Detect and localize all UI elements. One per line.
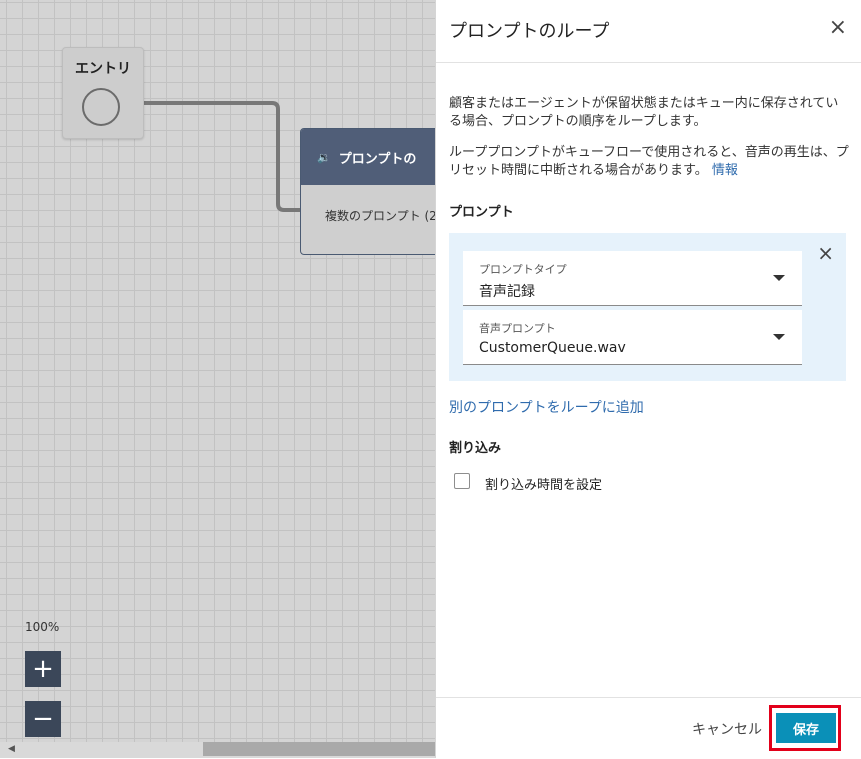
barge-in-heading: 割り込み (449, 441, 502, 456)
remove-prompt-icon[interactable]: × (817, 243, 834, 263)
entry-output-handle[interactable] (82, 88, 120, 126)
prompt-item: × プロンプトタイプ 音声記録 音声プロンプト CustomerQueue.wa… (449, 233, 846, 381)
panel-description-note-text: ループプロンプトがキューフローで使用されると、音声の再生は、プリセット時間に中断… (449, 145, 849, 178)
cancel-button[interactable]: キャンセル (692, 719, 762, 739)
barge-in-checkbox[interactable] (454, 473, 470, 489)
prompts-heading: プロンプト (449, 205, 514, 220)
audio-prompt-select[interactable]: 音声プロンプト CustomerQueue.wav (463, 310, 802, 365)
prompt-type-value: 音声記録 (479, 284, 535, 300)
prompt-type-select[interactable]: プロンプトタイプ 音声記録 (463, 251, 802, 306)
entry-node[interactable]: エントリ (62, 47, 144, 139)
panel-title: プロンプトのループ (449, 21, 610, 42)
barge-in-checkbox-label[interactable]: 割り込み時間を設定 (485, 474, 602, 493)
zoom-level: 100% (25, 620, 60, 634)
panel-footer: キャンセル 保存 (436, 697, 861, 759)
panel-description: 顧客またはエージェントが保留状態またはキュー内に保存されている場合、プロンプトの… (449, 96, 839, 129)
audio-prompt-label: 音声プロンプト (479, 322, 556, 335)
zoom-in-button[interactable]: + (25, 651, 61, 687)
scrollbar-thumb[interactable] (203, 742, 435, 756)
zoom-out-button[interactable]: − (25, 701, 61, 737)
audio-prompt-value: CustomerQueue.wav (479, 340, 626, 356)
caret-down-icon (773, 275, 785, 281)
info-link[interactable]: 情報 (712, 163, 738, 178)
add-prompt-link[interactable]: 別のプロンプトをループに追加 (449, 397, 644, 417)
panel-header: プロンプトのループ × (436, 0, 861, 63)
properties-panel: プロンプトのループ × 顧客またはエージェントが保留状態またはキュー内に保存され… (435, 0, 861, 758)
horizontal-scrollbar[interactable]: ◀ (0, 742, 435, 758)
save-button[interactable]: 保存 (776, 713, 836, 743)
speaker-icon: 🔉 (317, 150, 331, 164)
loop-prompts-node-title: プロンプトの (338, 151, 417, 167)
flow-canvas[interactable]: エントリ 🔉 プロンプトの 複数のプロンプト (2 100% + − ◀ (0, 0, 435, 758)
panel-description-note: ループプロンプトがキューフローで使用されると、音声の再生は、プリセット時間に中断… (449, 144, 849, 180)
loop-prompts-node[interactable]: 🔉 プロンプトの 複数のプロンプト (2 (300, 128, 435, 255)
scroll-left-arrow-icon[interactable]: ◀ (8, 744, 15, 754)
entry-node-title: エントリ (75, 61, 131, 77)
loop-prompts-node-header: 🔉 プロンプトの (301, 129, 435, 185)
loop-prompts-node-body: 複数のプロンプト (2 (325, 209, 435, 223)
caret-down-icon (773, 334, 785, 340)
prompt-type-label: プロンプトタイプ (479, 263, 567, 276)
close-icon[interactable]: × (829, 17, 847, 39)
